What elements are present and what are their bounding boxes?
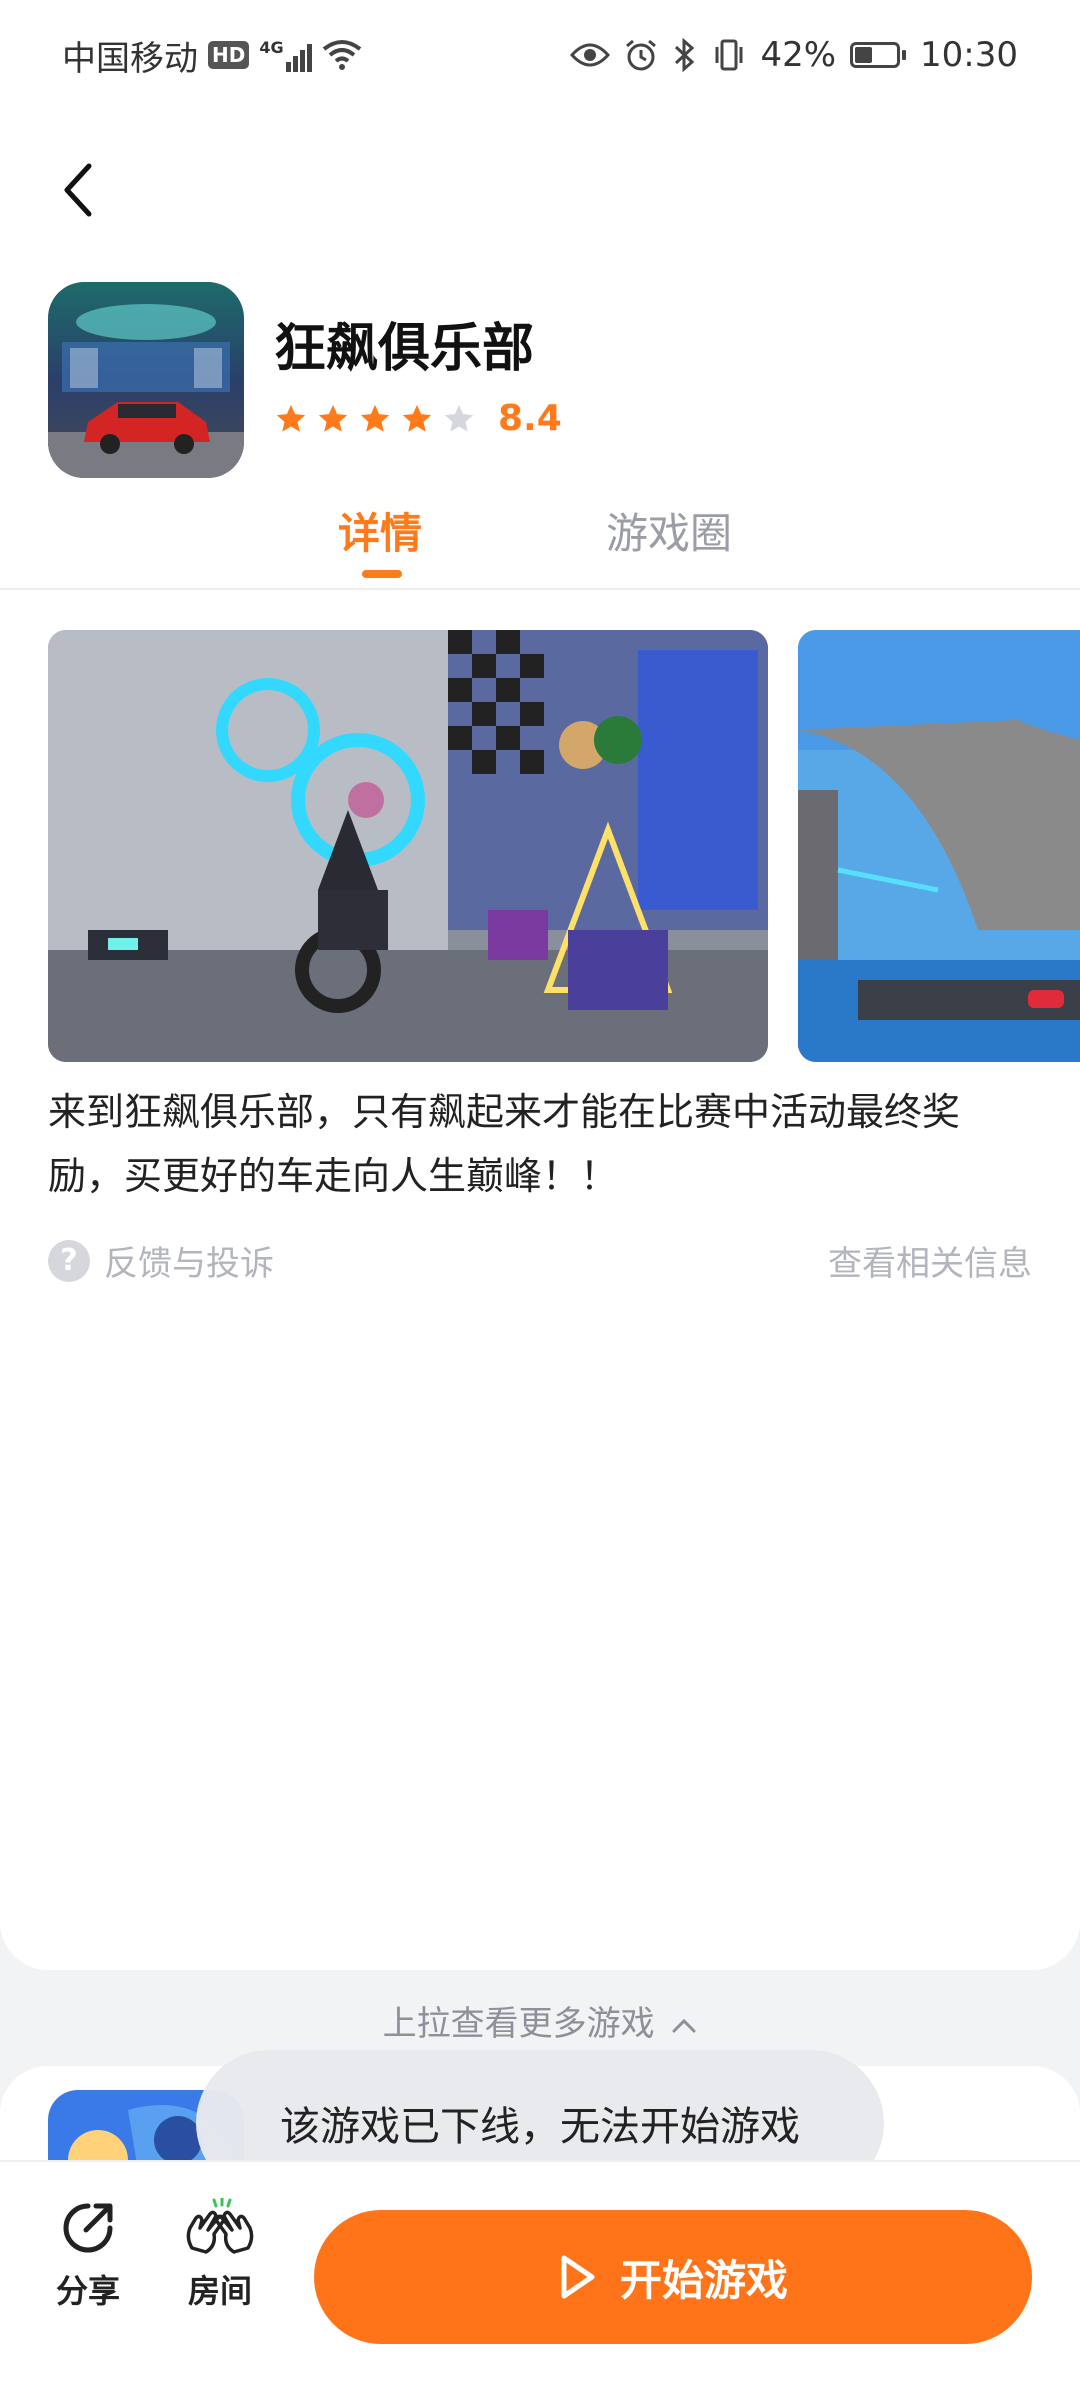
- bottom-action-bar: 分享 房间 开始游戏: [0, 2160, 1080, 2388]
- star-icon: [402, 404, 432, 432]
- room-button[interactable]: 房间: [170, 2196, 270, 2312]
- rating-value: 8.4: [498, 398, 562, 439]
- start-game-button[interactable]: 开始游戏: [314, 2210, 1032, 2344]
- back-button[interactable]: [48, 150, 108, 230]
- start-game-label: 开始游戏: [619, 2255, 788, 2305]
- screenshot-carousel[interactable]: [48, 630, 1080, 1062]
- vibrate-icon: [715, 39, 743, 71]
- eye-icon: [570, 43, 611, 67]
- status-bar: 中国移动 HD 4G 42% 10:30: [0, 0, 1080, 110]
- game-detail-card: 狂飙俱乐部 8.4 详情 游戏圈 来到狂飙俱乐部，只有飙起来才能在比赛中活动最终…: [0, 110, 1080, 1970]
- pull-up-hint-text: 上拉查看更多游戏: [382, 2004, 655, 2044]
- battery-icon: [850, 42, 907, 68]
- clock-time: 10:30: [920, 35, 1018, 75]
- star-icon: [318, 404, 348, 432]
- alarm-icon: [626, 39, 657, 71]
- tab-details[interactable]: 详情: [338, 500, 422, 561]
- carrier-text: 中国移动: [62, 38, 198, 79]
- signal-icon: 4G: [259, 38, 312, 72]
- star-icon: [276, 404, 306, 432]
- feedback-link[interactable]: ? 反馈与投诉: [48, 1236, 274, 1285]
- share-button[interactable]: 分享: [38, 2198, 138, 2312]
- wifi-icon: [322, 40, 361, 70]
- chevron-left-icon: [64, 163, 92, 217]
- star-empty-icon: [444, 404, 474, 432]
- bluetooth-icon: [675, 38, 695, 72]
- network-type: 4G: [259, 38, 284, 57]
- tab-game-circle[interactable]: 游戏圈: [606, 500, 732, 561]
- share-icon: [63, 2203, 113, 2253]
- screenshot-image[interactable]: [48, 630, 768, 1062]
- room-label: 房间: [187, 2272, 252, 2310]
- game-title: 狂飙俱乐部: [274, 319, 535, 379]
- screenshot-image[interactable]: [798, 630, 1080, 1062]
- share-label: 分享: [55, 2272, 120, 2310]
- star-icon: [360, 404, 390, 432]
- hd-badge: HD: [208, 41, 250, 69]
- pull-up-hint[interactable]: 上拉查看更多游戏: [0, 1996, 1080, 2045]
- battery-percent: 42%: [760, 35, 837, 75]
- tab-bar: 详情 游戏圈: [0, 500, 1080, 590]
- question-icon: ?: [48, 1239, 90, 1282]
- feedback-label: 反馈与投诉: [104, 1244, 274, 1284]
- game-icon: [48, 282, 244, 478]
- waving-hands-icon: [186, 2196, 254, 2254]
- active-tab-indicator: [362, 570, 402, 578]
- chevron-up-icon: [672, 2018, 696, 2032]
- view-related-info-link[interactable]: 查看相关信息: [828, 1236, 1032, 1285]
- play-icon: [561, 2255, 595, 2299]
- game-rating: 8.4: [274, 398, 562, 439]
- game-description: 来到狂飙俱乐部，只有飙起来才能在比赛中活动最终奖励，买更好的车走向人生巅峰！！: [48, 1090, 961, 1198]
